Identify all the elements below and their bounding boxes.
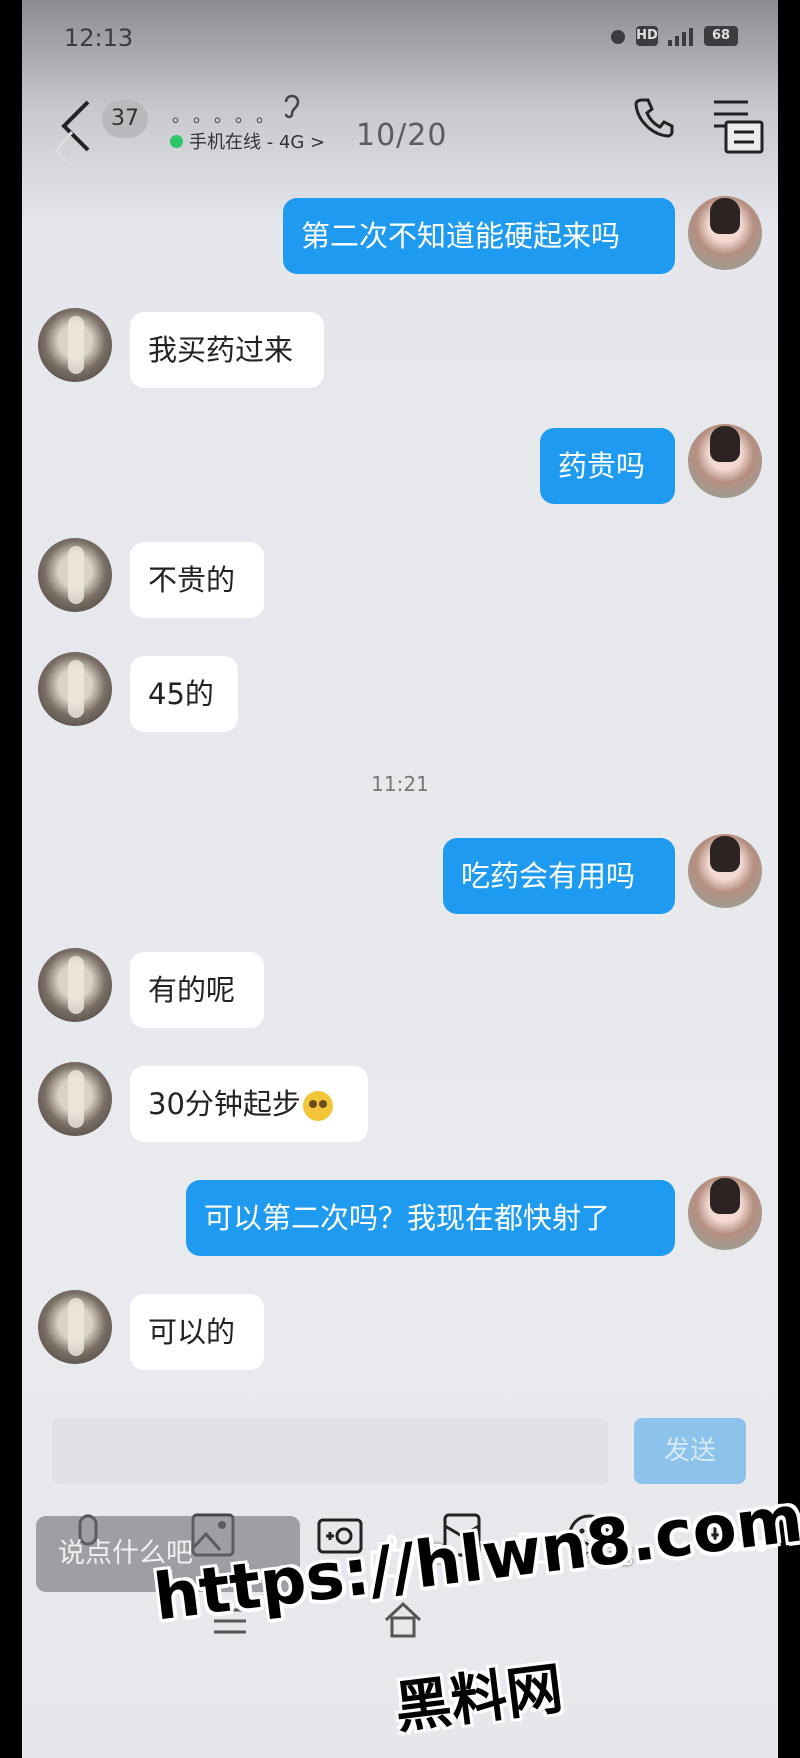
send-button[interactable]: 发送 xyxy=(634,1418,746,1484)
message-bubble[interactable]: 30分钟起步 xyxy=(130,1066,368,1142)
my-avatar[interactable] xyxy=(688,834,762,908)
message-bubble[interactable]: 不贵的 xyxy=(130,542,264,618)
contact-avatar[interactable] xyxy=(38,948,112,1022)
message-bubble[interactable]: 我买药过来 xyxy=(130,312,324,388)
message-bubble[interactable]: 45的 xyxy=(130,656,238,732)
contact-avatar[interactable] xyxy=(38,308,112,382)
message-bubble[interactable]: 可以第二次吗？我现在都快射了 xyxy=(186,1180,675,1256)
message-text: 30分钟起步 xyxy=(148,1087,301,1121)
message-bubble[interactable]: 可以的 xyxy=(130,1294,264,1370)
my-avatar[interactable] xyxy=(688,424,762,498)
message-bubble[interactable]: 有的呢 xyxy=(130,952,264,1028)
contact-avatar[interactable] xyxy=(38,652,112,726)
message-bubble[interactable]: 吃药会有用吗 xyxy=(443,838,675,914)
timestamp: 11:21 xyxy=(371,772,429,796)
contact-avatar[interactable] xyxy=(38,538,112,612)
phone-screen: 12:13 HD 68 37 。。。。。 手机在线 - 4G > 10/20 第… xyxy=(22,0,778,1758)
message-list: 第二次不知道能硬起来吗 我买药过来 药贵吗 不贵的 45的 11:21 吃药会有… xyxy=(22,0,778,1400)
contact-avatar[interactable] xyxy=(38,1062,112,1136)
message-bubble[interactable]: 第二次不知道能硬起来吗 xyxy=(283,198,675,274)
message-bubble[interactable]: 药贵吗 xyxy=(540,428,675,504)
message-input[interactable] xyxy=(52,1418,608,1484)
contact-avatar[interactable] xyxy=(38,1290,112,1364)
my-avatar[interactable] xyxy=(688,196,762,270)
my-avatar[interactable] xyxy=(688,1176,762,1250)
flushed-face-emoji-icon xyxy=(302,1091,333,1121)
system-nav-bar xyxy=(22,1596,778,1666)
